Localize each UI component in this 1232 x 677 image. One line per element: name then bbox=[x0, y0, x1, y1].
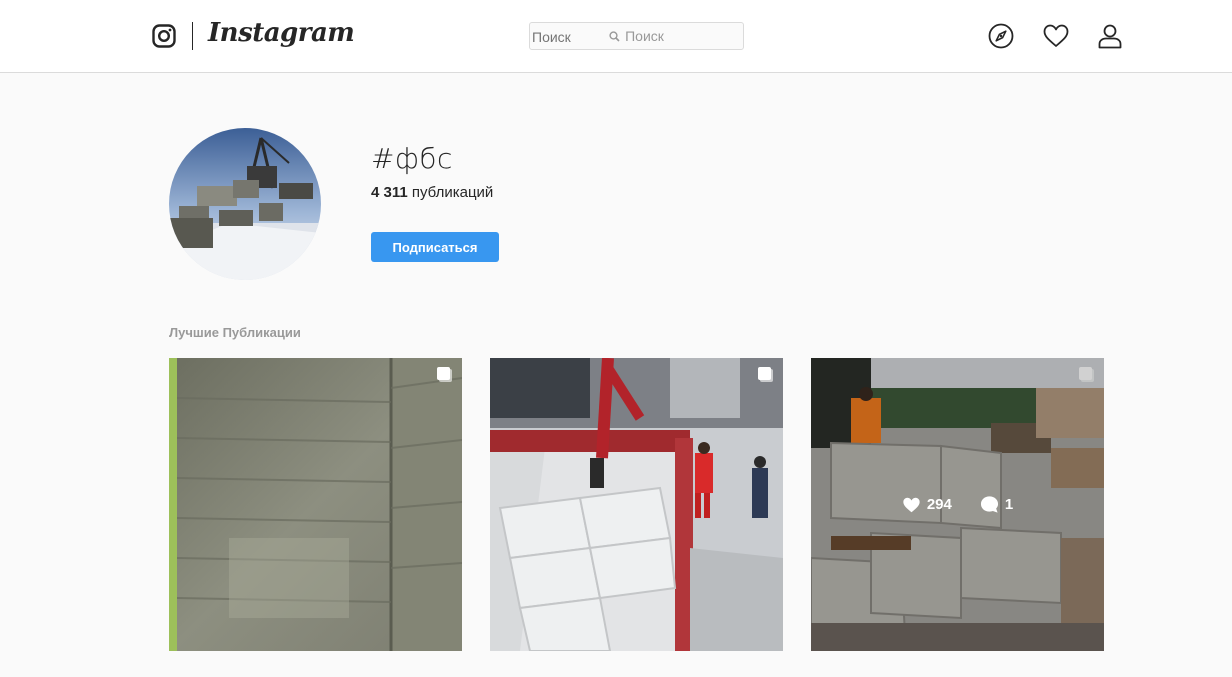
post-count-value: 4 311 bbox=[371, 184, 408, 201]
comment-stat: 1 bbox=[980, 495, 1013, 514]
comment-icon bbox=[980, 496, 998, 513]
post-count-label: публикаций bbox=[411, 184, 494, 201]
post-tile-1[interactable] bbox=[169, 358, 462, 651]
logo-divider bbox=[192, 22, 193, 50]
heart-icon[interactable] bbox=[1043, 23, 1069, 49]
comment-count: 1 bbox=[1004, 496, 1014, 513]
instagram-glyph-icon[interactable] bbox=[152, 24, 176, 48]
post-photo bbox=[490, 358, 783, 651]
instagram-wordmark[interactable]: Instagram bbox=[208, 18, 355, 48]
post-tile-3[interactable]: 294 1 bbox=[811, 358, 1104, 651]
top-posts-title: Лучшие Публикации bbox=[169, 325, 301, 340]
follow-button[interactable]: Подписаться bbox=[371, 232, 499, 262]
search-box[interactable]: Поиск bbox=[529, 22, 747, 51]
heart-icon bbox=[903, 497, 920, 513]
multiple-photos-icon bbox=[758, 367, 773, 382]
top-nav-bar: Instagram Поиск bbox=[0, 0, 1232, 73]
post-tile-2[interactable] bbox=[490, 358, 783, 651]
post-photo bbox=[169, 358, 462, 651]
compass-icon[interactable] bbox=[988, 23, 1014, 49]
search-input[interactable] bbox=[530, 23, 747, 51]
multiple-photos-icon bbox=[437, 367, 452, 382]
hashtag-title: #фбс bbox=[371, 142, 453, 175]
avatar-photo bbox=[169, 128, 321, 280]
post-hover-overlay: 294 1 bbox=[811, 358, 1104, 651]
profile-icon[interactable] bbox=[1097, 23, 1123, 49]
post-count: 4 311 публикаций bbox=[371, 184, 493, 201]
like-stat: 294 bbox=[902, 496, 952, 513]
hashtag-avatar bbox=[169, 128, 321, 280]
like-count: 294 bbox=[926, 496, 952, 513]
